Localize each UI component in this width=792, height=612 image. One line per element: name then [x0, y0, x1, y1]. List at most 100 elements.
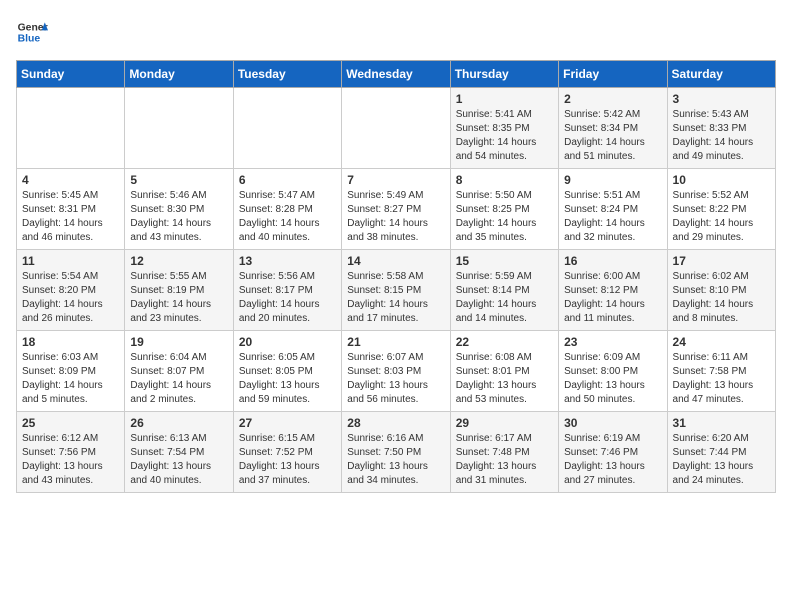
cell-info: Sunrise: 5:50 AM Sunset: 8:25 PM Dayligh… — [456, 189, 553, 245]
weekday-header-friday: Friday — [559, 61, 667, 88]
cell-info: Sunrise: 5:56 AM Sunset: 8:17 PM Dayligh… — [239, 270, 336, 326]
day-number: 4 — [22, 173, 119, 187]
cell-info: Sunrise: 6:07 AM Sunset: 8:03 PM Dayligh… — [347, 351, 444, 407]
cell-info: Sunrise: 6:03 AM Sunset: 8:09 PM Dayligh… — [22, 351, 119, 407]
day-number: 10 — [673, 173, 770, 187]
cell-info: Sunrise: 6:19 AM Sunset: 7:46 PM Dayligh… — [564, 432, 661, 488]
calendar-cell: 16 Sunrise: 6:00 AM Sunset: 8:12 PM Dayli… — [559, 250, 667, 331]
day-number: 23 — [564, 335, 661, 349]
day-number: 16 — [564, 254, 661, 268]
day-number: 11 — [22, 254, 119, 268]
day-number: 31 — [673, 416, 770, 430]
calendar-cell: 12Sunrise: 5:55 AM Sunset: 8:19 PM Dayli… — [125, 250, 233, 331]
cell-info: Sunrise: 5:49 AM Sunset: 8:27 PM Dayligh… — [347, 189, 444, 245]
day-number: 21 — [347, 335, 444, 349]
calendar-cell: 24Sunrise: 6:11 AM Sunset: 7:58 PM Dayli… — [667, 331, 775, 412]
cell-info: Sunrise: 5:58 AM Sunset: 8:15 PM Dayligh… — [347, 270, 444, 326]
calendar-cell: 26 Sunrise: 6:13 AM Sunset: 7:54 PM Dayli… — [125, 412, 233, 493]
week-row-2: 4Sunrise: 5:45 AM Sunset: 8:31 PM Daylig… — [17, 169, 776, 250]
day-number: 2 — [564, 92, 661, 106]
day-number: 22 — [456, 335, 553, 349]
calendar-cell: 30 Sunrise: 6:19 AM Sunset: 7:46 PM Dayli… — [559, 412, 667, 493]
svg-text:Blue: Blue — [18, 34, 41, 45]
calendar-cell: 22 Sunrise: 6:08 AM Sunset: 8:01 PM Dayli… — [450, 331, 558, 412]
weekday-header-sunday: Sunday — [17, 61, 125, 88]
calendar-cell: 23 Sunrise: 6:09 AM Sunset: 8:00 PM Dayli… — [559, 331, 667, 412]
day-number: 25 — [22, 416, 119, 430]
week-row-5: 25 Sunrise: 6:12 AM Sunset: 7:56 PM Dayli… — [17, 412, 776, 493]
calendar-cell — [233, 88, 341, 169]
day-number: 3 — [673, 92, 770, 106]
calendar-cell: 28 Sunrise: 6:16 AM Sunset: 7:50 PM Dayli… — [342, 412, 450, 493]
calendar-cell: 3Sunrise: 5:43 AM Sunset: 8:33 PM Daylig… — [667, 88, 775, 169]
cell-info: Sunrise: 5:52 AM Sunset: 8:22 PM Dayligh… — [673, 189, 770, 245]
weekday-header-saturday: Saturday — [667, 61, 775, 88]
day-number: 6 — [239, 173, 336, 187]
day-number: 1 — [456, 92, 553, 106]
calendar-cell: 21 Sunrise: 6:07 AM Sunset: 8:03 PM Dayli… — [342, 331, 450, 412]
day-number: 9 — [564, 173, 661, 187]
day-number: 7 — [347, 173, 444, 187]
calendar-cell — [125, 88, 233, 169]
cell-info: Sunrise: 5:46 AM Sunset: 8:30 PM Dayligh… — [130, 189, 227, 245]
cell-info: Sunrise: 5:42 AM Sunset: 8:34 PM Dayligh… — [564, 108, 661, 164]
header: General Blue — [16, 16, 776, 48]
calendar-cell: 13 Sunrise: 5:56 AM Sunset: 8:17 PM Dayli… — [233, 250, 341, 331]
cell-info: Sunrise: 6:15 AM Sunset: 7:52 PM Dayligh… — [239, 432, 336, 488]
day-number: 18 — [22, 335, 119, 349]
cell-info: Sunrise: 6:20 AM Sunset: 7:44 PM Dayligh… — [673, 432, 770, 488]
cell-info: Sunrise: 5:51 AM Sunset: 8:24 PM Dayligh… — [564, 189, 661, 245]
cell-info: Sunrise: 6:08 AM Sunset: 8:01 PM Dayligh… — [456, 351, 553, 407]
calendar-cell: 10 Sunrise: 5:52 AM Sunset: 8:22 PM Dayli… — [667, 169, 775, 250]
calendar-cell: 11Sunrise: 5:54 AM Sunset: 8:20 PM Dayli… — [17, 250, 125, 331]
logo: General Blue — [16, 16, 48, 48]
calendar-cell: 7 Sunrise: 5:49 AM Sunset: 8:27 PM Daylig… — [342, 169, 450, 250]
day-number: 5 — [130, 173, 227, 187]
calendar-cell: 6 Sunrise: 5:47 AM Sunset: 8:28 PM Daylig… — [233, 169, 341, 250]
weekday-header-thursday: Thursday — [450, 61, 558, 88]
week-row-3: 11Sunrise: 5:54 AM Sunset: 8:20 PM Dayli… — [17, 250, 776, 331]
cell-info: Sunrise: 6:11 AM Sunset: 7:58 PM Dayligh… — [673, 351, 770, 407]
cell-info: Sunrise: 6:02 AM Sunset: 8:10 PM Dayligh… — [673, 270, 770, 326]
calendar-cell: 18 Sunrise: 6:03 AM Sunset: 8:09 PM Dayli… — [17, 331, 125, 412]
day-number: 14 — [347, 254, 444, 268]
calendar-cell: 29Sunrise: 6:17 AM Sunset: 7:48 PM Dayli… — [450, 412, 558, 493]
day-number: 30 — [564, 416, 661, 430]
day-number: 13 — [239, 254, 336, 268]
day-number: 20 — [239, 335, 336, 349]
day-number: 26 — [130, 416, 227, 430]
calendar-cell: 20Sunrise: 6:05 AM Sunset: 8:05 PM Dayli… — [233, 331, 341, 412]
calendar-cell: 27 Sunrise: 6:15 AM Sunset: 7:52 PM Dayli… — [233, 412, 341, 493]
calendar-cell: 2 Sunrise: 5:42 AM Sunset: 8:34 PM Daylig… — [559, 88, 667, 169]
cell-info: Sunrise: 6:13 AM Sunset: 7:54 PM Dayligh… — [130, 432, 227, 488]
calendar-cell: 4Sunrise: 5:45 AM Sunset: 8:31 PM Daylig… — [17, 169, 125, 250]
cell-info: Sunrise: 6:09 AM Sunset: 8:00 PM Dayligh… — [564, 351, 661, 407]
calendar-cell: 14 Sunrise: 5:58 AM Sunset: 8:15 PM Dayli… — [342, 250, 450, 331]
cell-info: Sunrise: 6:00 AM Sunset: 8:12 PM Dayligh… — [564, 270, 661, 326]
calendar-cell: 17 Sunrise: 6:02 AM Sunset: 8:10 PM Dayli… — [667, 250, 775, 331]
week-row-1: 1 Sunrise: 5:41 AM Sunset: 8:35 PM Daylig… — [17, 88, 776, 169]
calendar-cell: 1 Sunrise: 5:41 AM Sunset: 8:35 PM Daylig… — [450, 88, 558, 169]
weekday-header-row: SundayMondayTuesdayWednesdayThursdayFrid… — [17, 61, 776, 88]
calendar-cell — [17, 88, 125, 169]
logo-icon: General Blue — [16, 16, 48, 48]
cell-info: Sunrise: 5:47 AM Sunset: 8:28 PM Dayligh… — [239, 189, 336, 245]
cell-info: Sunrise: 6:16 AM Sunset: 7:50 PM Dayligh… — [347, 432, 444, 488]
calendar-cell: 25 Sunrise: 6:12 AM Sunset: 7:56 PM Dayli… — [17, 412, 125, 493]
weekday-header-tuesday: Tuesday — [233, 61, 341, 88]
cell-info: Sunrise: 5:55 AM Sunset: 8:19 PM Dayligh… — [130, 270, 227, 326]
calendar-cell: 5 Sunrise: 5:46 AM Sunset: 8:30 PM Daylig… — [125, 169, 233, 250]
day-number: 28 — [347, 416, 444, 430]
calendar-cell — [342, 88, 450, 169]
calendar-table: SundayMondayTuesdayWednesdayThursdayFrid… — [16, 60, 776, 493]
calendar-cell: 31 Sunrise: 6:20 AM Sunset: 7:44 PM Dayli… — [667, 412, 775, 493]
cell-info: Sunrise: 6:17 AM Sunset: 7:48 PM Dayligh… — [456, 432, 553, 488]
day-number: 27 — [239, 416, 336, 430]
weekday-header-monday: Monday — [125, 61, 233, 88]
cell-info: Sunrise: 5:41 AM Sunset: 8:35 PM Dayligh… — [456, 108, 553, 164]
calendar-cell: 9 Sunrise: 5:51 AM Sunset: 8:24 PM Daylig… — [559, 169, 667, 250]
cell-info: Sunrise: 6:12 AM Sunset: 7:56 PM Dayligh… — [22, 432, 119, 488]
calendar-cell: 8Sunrise: 5:50 AM Sunset: 8:25 PM Daylig… — [450, 169, 558, 250]
calendar-cell: 15Sunrise: 5:59 AM Sunset: 8:14 PM Dayli… — [450, 250, 558, 331]
day-number: 17 — [673, 254, 770, 268]
